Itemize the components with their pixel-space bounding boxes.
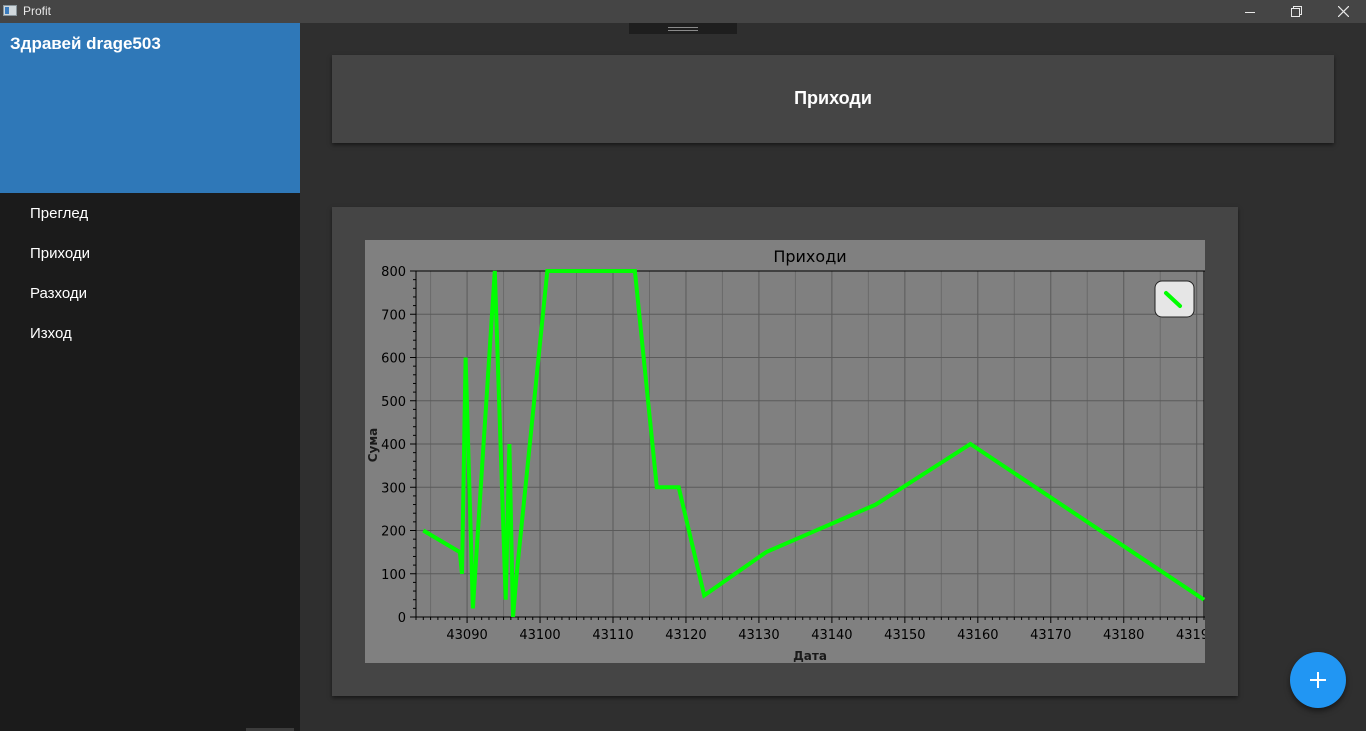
y-tick-label: 0	[398, 611, 406, 626]
x-tick-label: 43180	[1103, 628, 1144, 643]
x-tick-label: 43140	[811, 628, 852, 643]
x-axis-label: Дата	[793, 649, 827, 663]
add-income-button[interactable]	[1290, 652, 1346, 708]
y-tick-label: 200	[381, 525, 406, 540]
y-tick-label: 600	[381, 352, 406, 367]
x-tick-label: 43170	[1030, 628, 1071, 643]
x-tick-label: 43160	[957, 628, 998, 643]
user-greeting: Здравей drage503	[10, 34, 161, 53]
close-button[interactable]	[1320, 0, 1366, 23]
y-tick-labels: 0 100 200 300 400 500 600 700 800	[381, 265, 406, 626]
close-icon	[1337, 6, 1349, 17]
minimize-button[interactable]	[1227, 0, 1273, 23]
sidebar-item-logout[interactable]: Изход	[30, 325, 72, 342]
window-title: Profit	[23, 4, 52, 18]
x-tick-label: 43150	[884, 628, 925, 643]
minimize-icon	[1245, 11, 1255, 13]
x-tick-label: 43110	[592, 628, 633, 643]
restore-button[interactable]	[1273, 0, 1319, 23]
y-axis-label: Сума	[366, 428, 380, 463]
x-tick-label: 43100	[519, 628, 560, 643]
sidebar: Здравей drage503 Преглед Приходи Разходи…	[0, 23, 300, 731]
sidebar-item-income[interactable]: Приходи	[30, 245, 90, 262]
y-tick-label: 800	[381, 265, 406, 280]
sidebar-item-overview[interactable]: Преглед	[30, 205, 88, 222]
y-tick-label: 100	[381, 568, 406, 583]
y-tick-label: 700	[381, 308, 406, 323]
app-window-icon	[3, 5, 17, 16]
legend-box[interactable]	[1154, 280, 1195, 318]
page-title: Приходи	[794, 88, 872, 108]
chart-title: Приходи	[773, 247, 846, 266]
x-tick-label: 43190	[1176, 628, 1205, 643]
restore-icon	[1290, 6, 1302, 17]
x-tick-label: 43130	[738, 628, 779, 643]
y-tick-label: 400	[381, 438, 406, 453]
sidebar-item-expenses[interactable]: Разходи	[30, 285, 87, 302]
x-tick-label: 43090	[446, 628, 487, 643]
drag-handle[interactable]	[629, 23, 737, 34]
sidebar-header: Здравей drage503	[0, 23, 300, 193]
page-header-card: Приходи	[332, 55, 1334, 143]
y-tick-label: 500	[381, 395, 406, 410]
window-title-bar: Profit	[0, 0, 1366, 23]
x-tick-label: 43120	[665, 628, 706, 643]
income-chart: 43090 43100 43110 43120 43130 43140 43150 43160…	[365, 240, 1205, 663]
y-tick-label: 300	[381, 481, 406, 496]
